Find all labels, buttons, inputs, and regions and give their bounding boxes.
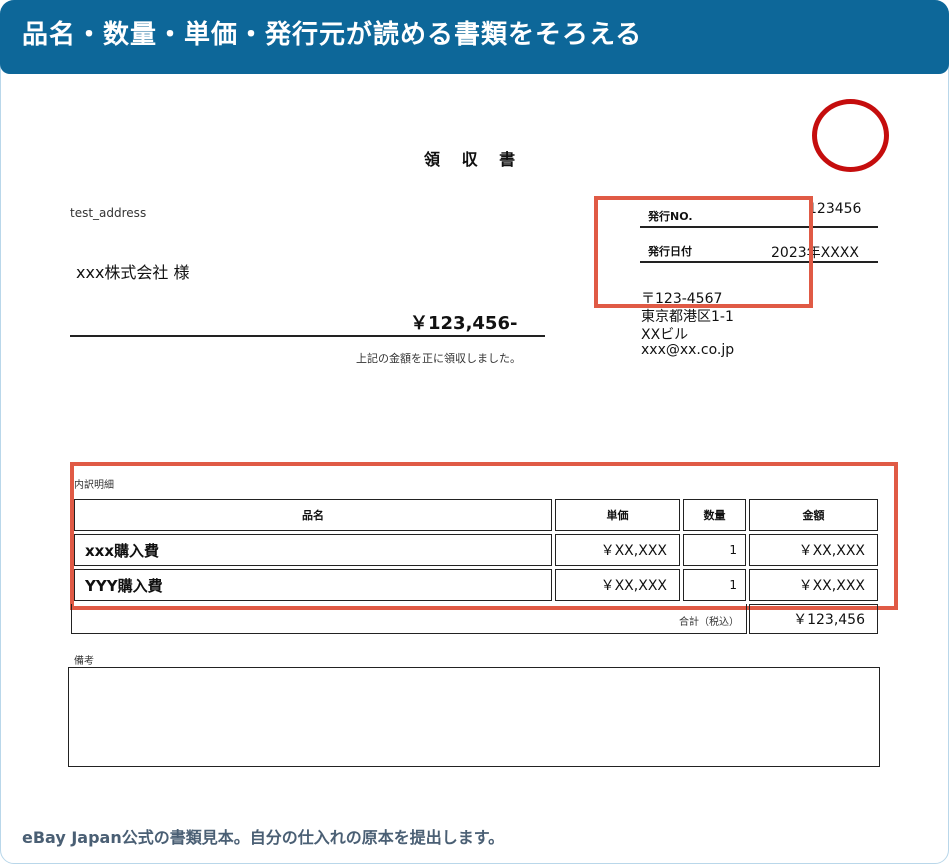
address-label: test_address bbox=[70, 206, 147, 220]
amount-value: ￥123,456- bbox=[410, 313, 518, 334]
total-label: 合計（税込） bbox=[679, 617, 739, 628]
issuer-building: XXビル bbox=[641, 327, 689, 343]
issue-no-value: 123456 bbox=[808, 201, 862, 217]
remarks-label: 備考 bbox=[74, 656, 94, 667]
stamp-circle bbox=[812, 99, 889, 172]
recipient-name: xxx株式会社 様 bbox=[76, 263, 190, 282]
footer-note: eBay Japan公式の書類見本。自分の仕入れの原本を提出します。 bbox=[22, 828, 505, 847]
issuer-highlight-box bbox=[594, 196, 813, 308]
details-highlight-box bbox=[70, 462, 898, 610]
total-value: ￥123,456 bbox=[793, 612, 865, 628]
amount-underline bbox=[70, 335, 545, 337]
receipt-document: 領 収 書 test_address xxx株式会社 様 ￥123,456- 上… bbox=[0, 0, 949, 864]
total-row bbox=[71, 604, 747, 634]
remarks-box bbox=[68, 667, 880, 767]
receipt-title: 領 収 書 bbox=[424, 150, 524, 169]
issuer-address: 東京都港区1-1 bbox=[641, 309, 734, 325]
issuer-email: xxx@xx.co.jp bbox=[641, 342, 735, 358]
total-value-cell: ￥123,456 bbox=[749, 604, 878, 634]
received-note: 上記の金額を正に領収しました。 bbox=[356, 352, 521, 365]
